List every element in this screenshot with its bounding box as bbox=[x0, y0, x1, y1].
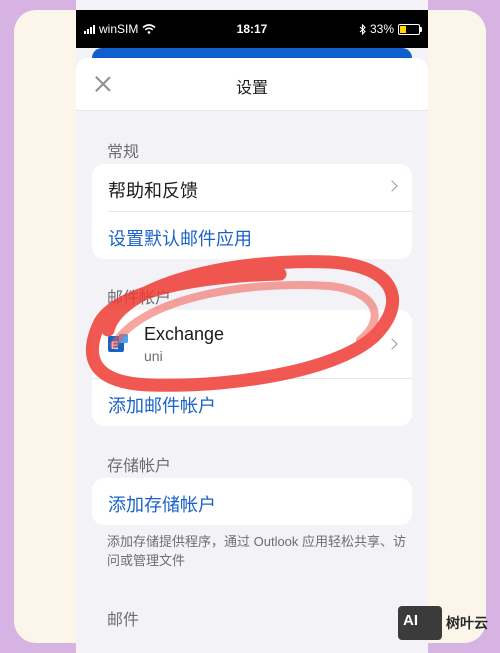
section-header-mail: 邮件 bbox=[107, 612, 140, 629]
watermark: AI 树叶云 bbox=[398, 606, 488, 640]
status-right: 33% bbox=[359, 22, 422, 36]
svg-text:E: E bbox=[111, 340, 118, 352]
watermark-text: 树叶云 bbox=[446, 615, 488, 631]
bluetooth-icon bbox=[359, 23, 366, 35]
section-header-storage-accounts: 存储帐户 bbox=[107, 458, 172, 475]
page-title: 设置 bbox=[235, 80, 268, 97]
exchange-icon: E bbox=[108, 334, 128, 352]
section-header-mail-accounts: 邮件帐户 bbox=[107, 290, 172, 307]
settings-sheet: 设置 常规 帮助和反馈 设置默认邮件应用 邮件帐户 E Exchange uni bbox=[76, 58, 428, 653]
chevron-right-icon bbox=[386, 180, 398, 192]
add-storage-account-row[interactable]: 添加存储帐户 bbox=[92, 478, 412, 525]
add-mail-account-row[interactable]: 添加邮件帐户 bbox=[92, 378, 412, 426]
section-header-general: 常规 bbox=[107, 144, 140, 161]
battery-percent: 33% bbox=[369, 22, 394, 36]
add-storage-account-label: 添加存储帐户 bbox=[108, 495, 216, 515]
storage-footnote: 添加存储提供程序，通过 Outlook 应用轻松共享、访问或管理文件 bbox=[107, 534, 407, 568]
nav-bar: 设置 bbox=[76, 58, 428, 111]
phone-screen: winSIM 18:17 33% 设置 常规 帮助和反馈 设置默认邮件应用 邮件… bbox=[76, 0, 428, 653]
battery-icon bbox=[398, 23, 422, 35]
default-mail-app-label: 设置默认邮件应用 bbox=[108, 229, 252, 249]
status-bar: winSIM 18:17 33% bbox=[76, 10, 428, 48]
mail-accounts-card: E Exchange uni 添加邮件帐户 bbox=[92, 310, 412, 426]
account-name: Exchange bbox=[144, 324, 225, 344]
account-subtitle: uni bbox=[144, 348, 163, 364]
watermark-logo-text: AI bbox=[403, 612, 418, 629]
help-feedback-row[interactable]: 帮助和反馈 bbox=[92, 164, 412, 211]
exchange-account-row[interactable]: E Exchange uni bbox=[92, 310, 412, 378]
default-mail-app-row[interactable]: 设置默认邮件应用 bbox=[108, 211, 412, 259]
chevron-right-icon bbox=[386, 338, 398, 350]
battery-fill bbox=[400, 25, 406, 33]
storage-accounts-card: 添加存储帐户 bbox=[92, 478, 412, 525]
general-card: 帮助和反馈 设置默认邮件应用 bbox=[92, 164, 412, 259]
add-mail-account-label: 添加邮件帐户 bbox=[108, 396, 216, 416]
watermark-logo: AI bbox=[398, 606, 442, 640]
help-feedback-label: 帮助和反馈 bbox=[108, 181, 198, 201]
